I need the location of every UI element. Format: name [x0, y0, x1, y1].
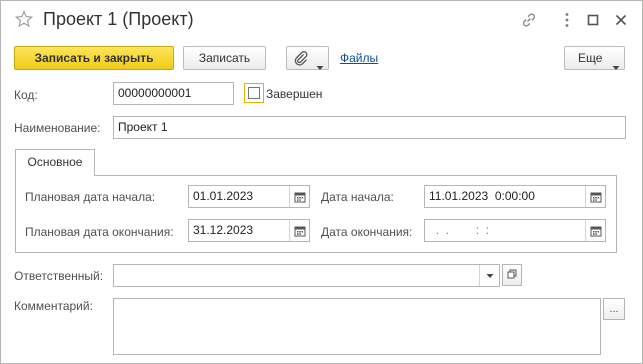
end-date-value: . . : :	[429, 223, 490, 237]
name-label: Наименование:	[14, 121, 101, 135]
plan-end-date-value: 31.12.2023	[193, 223, 254, 237]
tab-main[interactable]: Основное	[15, 149, 95, 176]
more-actions-button[interactable]: Еще	[564, 46, 625, 70]
chevron-down-icon	[612, 56, 620, 78]
responsible-label: Ответственный:	[14, 269, 104, 283]
link-icon[interactable]	[520, 11, 538, 29]
window-title: Проект 1 (Проект)	[43, 9, 194, 29]
end-date-label: Дата окончания:	[321, 225, 413, 239]
chevron-down-icon	[486, 273, 493, 278]
files-link[interactable]: Файлы	[340, 51, 378, 65]
close-icon[interactable]	[612, 11, 630, 29]
end-date-field[interactable]: . . : :	[424, 219, 606, 242]
calendar-icon[interactable]	[585, 220, 605, 241]
start-date-value: 11.01.2023 0:00:00	[429, 189, 535, 203]
code-label: Код:	[14, 88, 38, 102]
maximize-icon[interactable]	[584, 11, 602, 29]
dropdown-button[interactable]	[479, 265, 499, 286]
more-icon[interactable]	[558, 11, 576, 29]
calendar-icon[interactable]	[289, 220, 309, 241]
comment-expand-button[interactable]: ...	[603, 298, 625, 320]
responsible-field[interactable]	[113, 264, 500, 287]
save-button[interactable]: Записать	[183, 46, 266, 70]
chevron-down-icon	[316, 56, 324, 78]
checkbox-box	[248, 87, 260, 99]
plan-end-date-field[interactable]: 31.12.2023	[188, 219, 310, 242]
completed-label: Завершен	[266, 87, 323, 101]
open-responsible-button[interactable]	[502, 264, 522, 286]
paperclip-icon	[293, 50, 309, 73]
more-actions-label: Еще	[578, 51, 603, 65]
scrollbar[interactable]	[627, 298, 641, 362]
star-icon[interactable]	[14, 10, 34, 28]
plan-start-label: Плановая дата начала:	[25, 190, 156, 204]
comment-label: Комментарий:	[14, 299, 93, 313]
calendar-icon[interactable]	[585, 186, 605, 207]
attach-button[interactable]	[286, 46, 329, 70]
plan-start-date-field[interactable]: 01.01.2023	[188, 185, 310, 208]
open-icon	[507, 269, 517, 282]
calendar-icon[interactable]	[289, 186, 309, 207]
project-form-window: Проект 1 (Проект) Записать и закрыть Зап…	[0, 0, 643, 364]
save-and-close-button[interactable]: Записать и закрыть	[14, 46, 174, 70]
code-field[interactable]: 00000000001	[113, 82, 234, 105]
name-field[interactable]: Проект 1	[113, 116, 626, 139]
plan-end-label: Плановая дата окончания:	[25, 225, 174, 239]
plan-start-date-value: 01.01.2023	[193, 189, 254, 203]
title-bar: Проект 1 (Проект)	[1, 1, 642, 39]
completed-checkbox[interactable]	[244, 83, 264, 103]
start-date-label: Дата начала:	[321, 190, 394, 204]
start-date-field[interactable]: 11.01.2023 0:00:00	[424, 185, 606, 208]
comment-textarea[interactable]	[113, 298, 601, 355]
